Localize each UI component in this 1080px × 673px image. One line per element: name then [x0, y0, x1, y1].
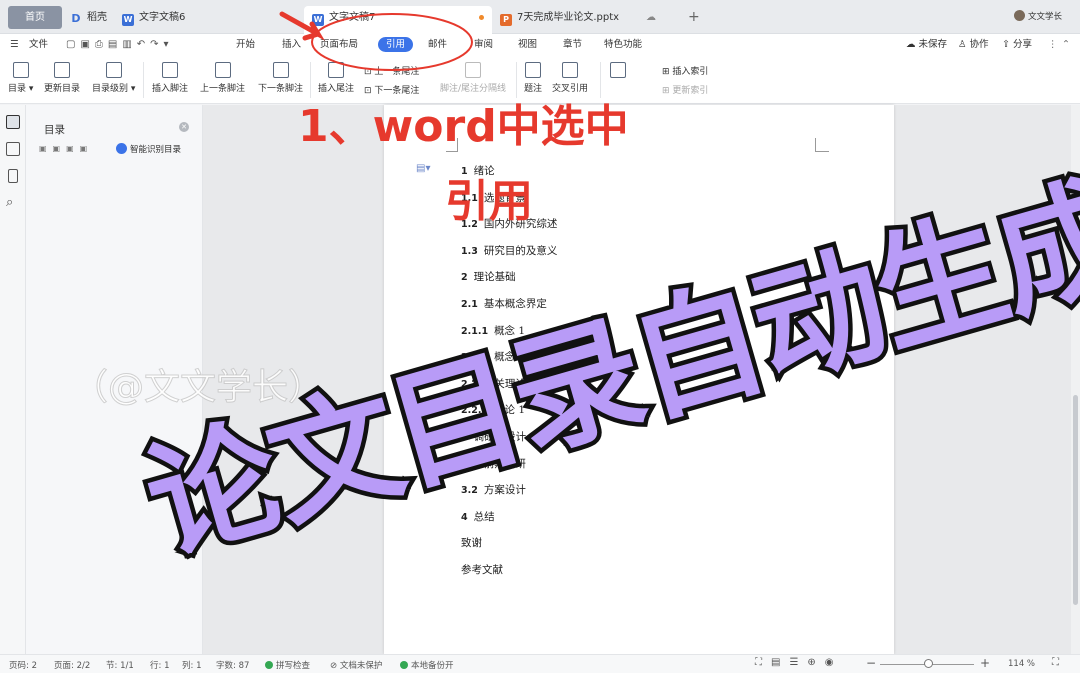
- annotation-step2: 引用: [445, 176, 533, 227]
- pointer-arrow-icon: [279, 11, 325, 41]
- highlight-ellipse: [311, 13, 473, 71]
- annotation-step: 1、word中选中: [298, 101, 629, 152]
